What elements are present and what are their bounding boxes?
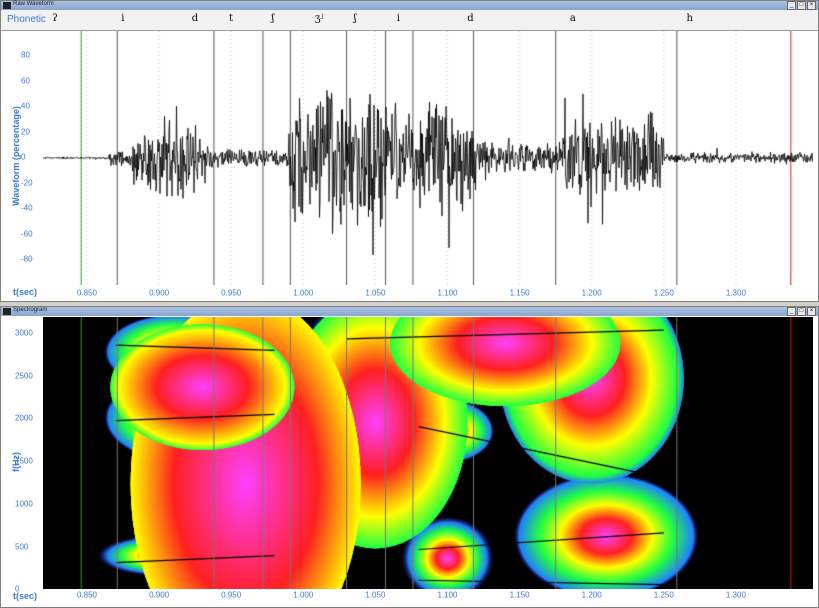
y-tick-label: 20	[21, 127, 30, 136]
x-tick-label: 1.200	[581, 288, 602, 298]
x-tick-label: 0.850	[76, 590, 98, 600]
waveform-plot[interactable]	[43, 31, 813, 285]
maximize-button[interactable]: □	[797, 1, 806, 10]
x-tick-label: 1.100	[437, 288, 458, 298]
maximize-button[interactable]: □	[797, 307, 806, 316]
x-tick-label: 1.000	[293, 288, 314, 298]
y-tick-label: 60	[21, 76, 30, 85]
phone-segment: d	[467, 13, 474, 24]
y-tick-label: 40	[21, 101, 30, 111]
x-tick-label: 1.150	[509, 590, 530, 600]
phone-segment: ʃ	[353, 13, 357, 24]
minimize-button[interactable]: _	[787, 307, 796, 316]
phone-segment: t	[229, 13, 234, 24]
close-button[interactable]: ×	[807, 1, 816, 10]
phone-segment: ʒʲ	[314, 13, 324, 24]
phone-segment: ʃ	[271, 13, 275, 24]
x-tick-label: 0.900	[149, 590, 170, 600]
app-icon	[3, 2, 11, 9]
close-button[interactable]: ×	[807, 307, 816, 316]
app-icon	[3, 308, 11, 315]
title-bar[interactable]: Raw Waveform _ □ ×	[1, 1, 818, 10]
x-tick-label: 1.250	[653, 288, 674, 298]
y-tick-label: -60	[21, 229, 33, 238]
y-tick-label: 1000	[15, 499, 33, 509]
phonetic-tier[interactable]: Phonetic ʔ i d t ʃ ʒʲ ʃ i d a h	[1, 10, 818, 31]
x-axis-label: t(sec)	[13, 591, 38, 601]
phone-segment: i	[396, 13, 400, 24]
y-axis-label: Waveform (percentage)	[11, 106, 21, 206]
phone-segment: a	[569, 13, 576, 24]
y-tick-label: 2000	[15, 413, 33, 423]
y-tick-label: -40	[21, 203, 33, 213]
y-tick-label: 1500	[15, 456, 33, 466]
minimize-button[interactable]: _	[787, 1, 796, 10]
phone-segment: d	[191, 13, 199, 24]
x-tick-label: 0.950	[221, 590, 242, 600]
x-tick-label: 1.250	[653, 590, 674, 600]
phone-segment: h	[686, 13, 693, 24]
x-tick-label: 0.850	[76, 288, 98, 298]
y-tick-label: 0	[21, 152, 26, 162]
window-title: Raw Waveform	[13, 1, 54, 7]
x-axis-label: t(sec)	[13, 287, 38, 297]
x-tick-label: 1.300	[725, 590, 746, 600]
phonetic-label: Phonetic	[7, 14, 46, 25]
waveform-window: Raw Waveform _ □ × Phonetic ʔ i d t ʃ ʒʲ ʃ i d a h Wa…	[0, 0, 819, 302]
y-tick-label: 3000	[15, 328, 33, 338]
x-tick-label: 1.050	[365, 288, 386, 298]
y-tick-label: 500	[15, 542, 29, 551]
spectrogram-window: Spectrogram _ □ × f(Hz) 3000 2500 2000 1500 10…	[0, 306, 819, 608]
phone-segment: i	[121, 13, 125, 24]
x-tick-label: 0.950	[221, 288, 242, 298]
x-tick-label: 1.100	[437, 590, 458, 600]
title-bar[interactable]: Spectrogram _ □ ×	[1, 307, 818, 316]
x-tick-label: 1.150	[509, 288, 530, 298]
window-title: Spectrogram	[13, 307, 48, 313]
x-tick-label: 1.050	[365, 590, 386, 600]
phone-segment: ʔ	[52, 13, 58, 24]
x-tick-label: 1.000	[293, 590, 314, 600]
y-tick-label: 2500	[15, 371, 33, 381]
x-tick-label: 1.300	[725, 288, 746, 298]
x-tick-label: 0.900	[149, 288, 170, 298]
y-tick-label: -80	[21, 254, 33, 264]
x-tick-label: 1.200	[581, 590, 602, 600]
y-tick-label: -20	[21, 178, 33, 187]
y-tick-label: 80	[21, 50, 30, 60]
spectrogram-plot[interactable]	[43, 317, 813, 589]
